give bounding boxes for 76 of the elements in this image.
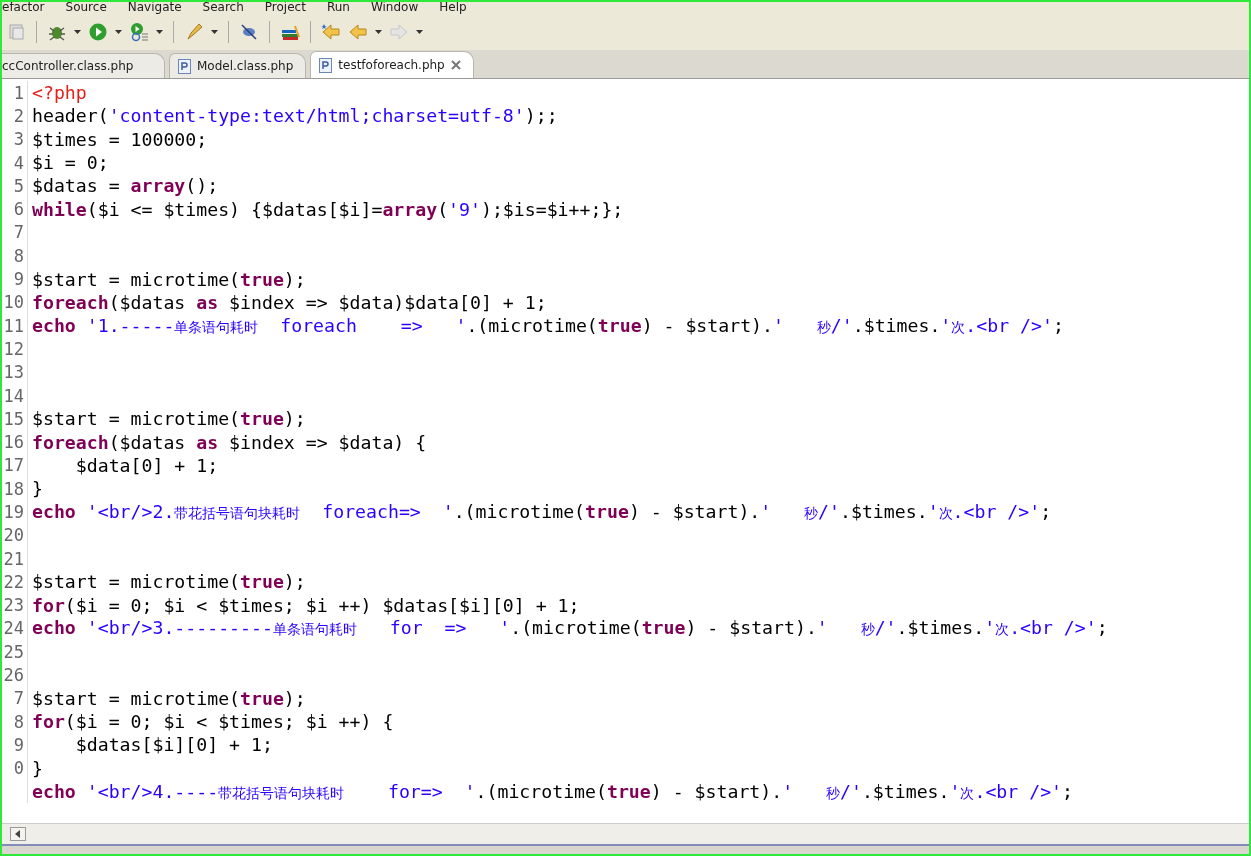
- caret-icon[interactable]: [74, 30, 81, 34]
- line-number: 8: [13, 711, 24, 732]
- code-line: $datas = array();: [31, 175, 219, 197]
- menu-item[interactable]: Search: [202, 2, 244, 13]
- run-config-icon[interactable]: [129, 22, 149, 42]
- menu-item[interactable]: Help: [439, 2, 467, 13]
- editor-tab[interactable]: Model.class.php: [169, 53, 307, 78]
- caret-icon[interactable]: [211, 30, 218, 34]
- menu-item[interactable]: Source: [65, 2, 107, 13]
- code-line: $times = 100000;: [31, 128, 208, 150]
- line-number: 9: [13, 734, 24, 755]
- caret-icon[interactable]: [416, 30, 423, 34]
- line-number: 22: [3, 571, 24, 592]
- line-number: 21: [3, 548, 24, 569]
- line-number: 5: [13, 175, 24, 196]
- editor-tab[interactable]: testfoforeach.php: [310, 51, 474, 78]
- line-number: 14: [3, 385, 24, 406]
- play-icon[interactable]: [88, 22, 108, 42]
- code-line: <?php: [31, 82, 87, 104]
- line-number: 7: [13, 222, 24, 243]
- line-number: 16: [3, 432, 24, 453]
- line-number: 10: [3, 292, 24, 313]
- caret-icon[interactable]: [115, 30, 122, 34]
- line-number: 25: [3, 641, 24, 662]
- line-number: 9: [13, 269, 24, 289]
- line-number: 4: [13, 152, 24, 173]
- line-number: 3: [13, 129, 24, 150]
- menu-item[interactable]: Project: [264, 2, 306, 13]
- caret-icon[interactable]: [156, 30, 163, 34]
- code-line: foreach($datas as $index => $data)$data[0] + 1;: [31, 291, 547, 313]
- line-number: 2: [13, 105, 24, 126]
- line-number: 23: [3, 595, 24, 616]
- menu-item[interactable]: Run: [326, 2, 350, 13]
- code-line: $i = 0;: [31, 152, 109, 174]
- editor-tab[interactable]: ccController.class.php: [2, 53, 165, 78]
- line-number: 0: [13, 758, 24, 779]
- caret-icon[interactable]: [375, 30, 382, 34]
- code-line: for($i = 0; $i < $times; $i ++) $datas[$i][0] + 1;: [31, 594, 580, 616]
- menu-item[interactable]: efactor: [2, 2, 45, 13]
- star-arrow-icon[interactable]: [321, 22, 341, 42]
- menu-item[interactable]: Navigate: [127, 2, 182, 13]
- code-line: echo '<br/>3.---------单条语句耗时 for => '.(microtime(true) - $start).' 秒/'.$times.'次.<br />';: [31, 617, 1108, 640]
- code-line: header('content-type:text/html;charset=utf-8');;: [31, 105, 558, 127]
- scroll-left-button[interactable]: [10, 827, 26, 841]
- line-number: 26: [3, 665, 24, 686]
- line-number: 12: [3, 338, 24, 359]
- line-number: 11: [3, 315, 24, 336]
- menu-item[interactable]: Window: [370, 2, 419, 13]
- code-line: $start = microtime(true);: [31, 408, 306, 430]
- line-number: 17: [3, 455, 24, 476]
- line-number: 20: [3, 525, 24, 546]
- code-line: $start = microtime(true);: [31, 571, 306, 593]
- line-number: 13: [3, 362, 24, 383]
- code-line: echo '1.-----单条语句耗时 foreach => '.(microtime(true) - $start).' 秒/'.$times.'次.<br />';: [31, 314, 1064, 337]
- code-line: }: [31, 757, 43, 779]
- code-line: $start = microtime(true);: [31, 687, 306, 709]
- line-number: 15: [3, 408, 24, 429]
- line-number: 19: [3, 502, 24, 522]
- code-line: foreach($datas as $index => $data) {: [31, 431, 427, 453]
- code-line: }: [31, 478, 43, 500]
- code-line: while($i <= $times) {$datas[$i]=array('9');$is=$i++;};: [31, 198, 624, 220]
- line-number: 6: [13, 199, 24, 220]
- line-number: 1: [13, 82, 24, 103]
- code-line: $start = microtime(true);: [31, 268, 306, 290]
- line-number: 24: [3, 618, 24, 639]
- line-number: 8: [13, 245, 24, 266]
- code-line: $datas[$i][0] + 1;: [74, 734, 273, 756]
- brush-icon[interactable]: [184, 22, 204, 42]
- code-line: $data[0] + 1;: [74, 454, 219, 476]
- line-number: 18: [3, 478, 24, 499]
- eye-slash-icon[interactable]: [239, 22, 259, 42]
- line-number: 7: [13, 688, 24, 709]
- code-line: echo '<br/>4.----带花括号语句块耗时 for=> '.(microtime(true) - $start).' 秒/'.$times.'次.<br />';: [31, 780, 1074, 803]
- close-icon[interactable]: [450, 60, 461, 70]
- code-line: for($i = 0; $i < $times; $i ++) {: [31, 711, 394, 733]
- code-line: echo '<br/>2.带花括号语句块耗时 foreach=> '.(microtime(true) - $start).' 秒/'.$times.'次.<br />';: [31, 501, 1052, 523]
